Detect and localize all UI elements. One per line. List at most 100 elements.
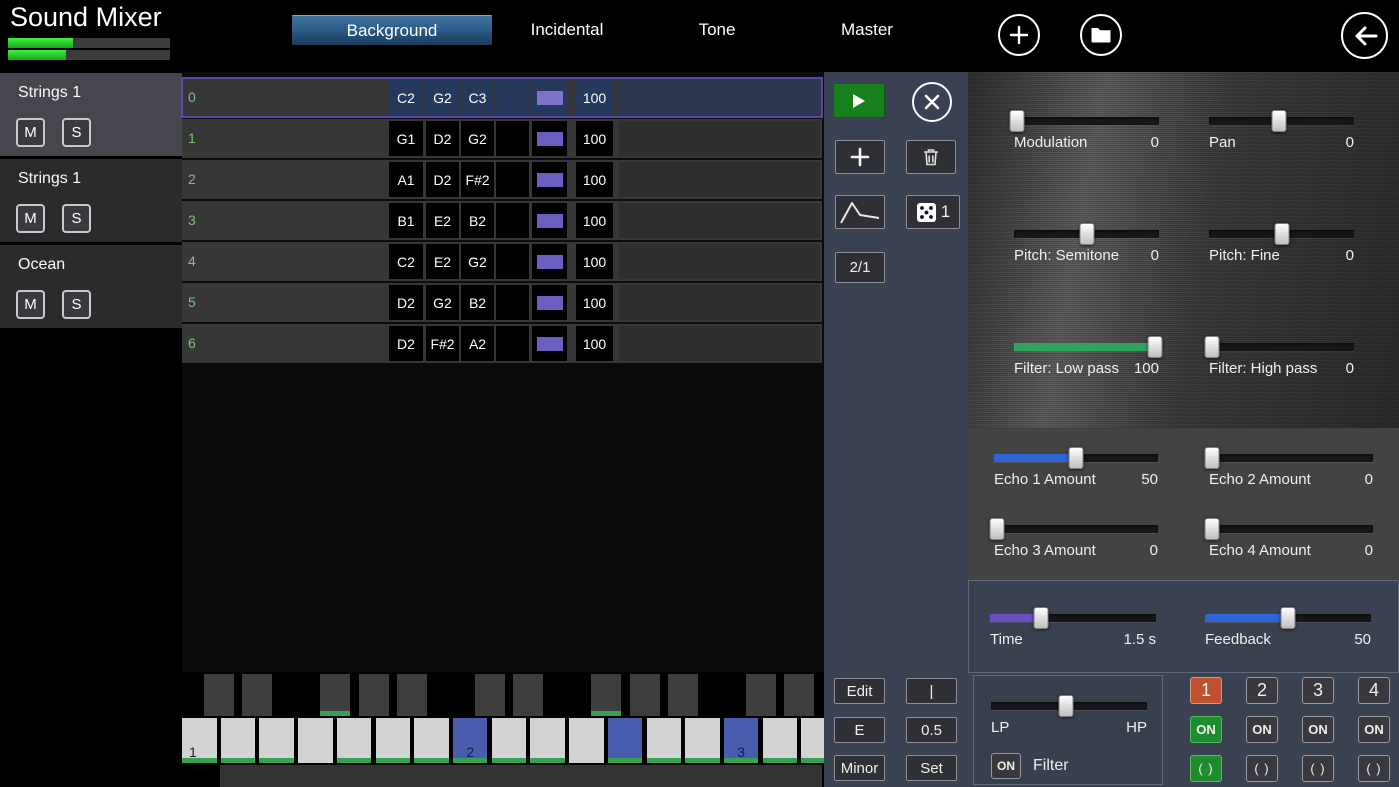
slider-thumb[interactable] bbox=[1009, 110, 1024, 132]
slider-track[interactable] bbox=[994, 525, 1158, 533]
slider-thumb[interactable] bbox=[1079, 223, 1094, 245]
slider-track[interactable] bbox=[1209, 117, 1354, 125]
slider-track[interactable] bbox=[1209, 343, 1354, 351]
delete-row-button[interactable] bbox=[906, 140, 956, 174]
envelope-button[interactable] bbox=[835, 195, 885, 229]
white-key[interactable] bbox=[530, 718, 565, 763]
note-cell[interactable]: C3 bbox=[461, 80, 494, 115]
velocity-cell[interactable]: 100 bbox=[576, 203, 613, 238]
note-cell[interactable]: D2 bbox=[389, 285, 423, 320]
slider-thumb[interactable] bbox=[1205, 518, 1220, 540]
slider-echo-4-amount[interactable]: Echo 4 Amount0 bbox=[1209, 525, 1373, 559]
note-cell[interactable]: F#2 bbox=[461, 162, 494, 197]
mute-button[interactable]: M bbox=[16, 204, 45, 233]
echo-paren-button[interactable]: ( ) bbox=[1302, 755, 1334, 782]
slider-pitch-semitone[interactable]: Pitch: Semitone0 bbox=[1014, 230, 1159, 264]
slider-track[interactable] bbox=[994, 454, 1158, 462]
solo-button[interactable]: S bbox=[62, 118, 91, 147]
note-cell[interactable]: F#2 bbox=[426, 326, 459, 361]
slider-track[interactable] bbox=[1014, 230, 1159, 238]
scale-root-button[interactable]: E bbox=[834, 717, 885, 743]
velocity-cell[interactable]: 100 bbox=[576, 326, 613, 361]
white-key[interactable] bbox=[492, 718, 527, 763]
pattern-row[interactable]: 5D2G2B2100 bbox=[182, 283, 822, 322]
slider-feedback[interactable]: Feedback50 bbox=[1205, 614, 1371, 648]
slider-thumb[interactable] bbox=[1058, 695, 1073, 717]
keyboard-scrollbar[interactable] bbox=[182, 765, 822, 787]
note-cell[interactable]: D2 bbox=[426, 121, 459, 156]
slider-thumb[interactable] bbox=[1281, 607, 1296, 629]
slider-echo-3-amount[interactable]: Echo 3 Amount0 bbox=[994, 525, 1158, 559]
black-key[interactable] bbox=[242, 674, 272, 716]
slider-pitch-fine[interactable]: Pitch: Fine0 bbox=[1209, 230, 1354, 264]
slider-track[interactable] bbox=[1209, 525, 1373, 533]
play-button[interactable] bbox=[833, 83, 885, 118]
solo-button[interactable]: S bbox=[62, 290, 91, 319]
slider-echo-1-amount[interactable]: Echo 1 Amount50 bbox=[994, 454, 1158, 488]
clear-button[interactable] bbox=[912, 82, 952, 122]
separator-button[interactable]: | bbox=[906, 678, 957, 704]
randomize-button[interactable]: 1 bbox=[906, 195, 960, 229]
edit-button[interactable]: Edit bbox=[834, 678, 885, 704]
slider-filter-low-pass[interactable]: Filter: Low pass100 bbox=[1014, 343, 1159, 377]
slider-pan[interactable]: Pan0 bbox=[1209, 117, 1354, 151]
white-key[interactable] bbox=[608, 718, 643, 763]
set-button[interactable]: Set bbox=[906, 755, 957, 781]
velocity-cell[interactable]: 100 bbox=[576, 285, 613, 320]
track-item[interactable]: Strings 1MS bbox=[0, 73, 182, 156]
color-swatch-cell[interactable] bbox=[532, 326, 567, 361]
add-row-button[interactable] bbox=[835, 140, 885, 174]
color-swatch-cell[interactable] bbox=[532, 285, 567, 320]
black-key[interactable] bbox=[513, 674, 543, 716]
step-button[interactable]: 0.5 bbox=[906, 717, 957, 743]
black-key[interactable] bbox=[475, 674, 505, 716]
white-key[interactable] bbox=[685, 718, 720, 763]
white-key[interactable] bbox=[259, 718, 294, 763]
pattern-row[interactable]: 4C2E2G2100 bbox=[182, 242, 822, 281]
black-key[interactable] bbox=[668, 674, 698, 716]
empty-cell[interactable] bbox=[496, 121, 529, 156]
echo-paren-button[interactable]: ( ) bbox=[1190, 755, 1222, 782]
white-key[interactable]: 2 bbox=[453, 718, 488, 763]
note-cell[interactable]: G2 bbox=[426, 285, 459, 320]
slider-thumb[interactable] bbox=[990, 518, 1005, 540]
white-key[interactable] bbox=[221, 718, 256, 763]
echo-paren-button[interactable]: ( ) bbox=[1246, 755, 1278, 782]
note-cell[interactable]: A2 bbox=[461, 326, 494, 361]
tab-incidental[interactable]: Incidental bbox=[492, 20, 642, 40]
filter-on-button[interactable]: ON bbox=[991, 753, 1021, 779]
slider-thumb[interactable] bbox=[1069, 447, 1084, 469]
empty-cell[interactable] bbox=[496, 244, 529, 279]
note-cell[interactable]: G2 bbox=[461, 121, 494, 156]
note-cell[interactable]: E2 bbox=[426, 203, 459, 238]
note-cell[interactable]: B2 bbox=[461, 203, 494, 238]
note-cell[interactable]: G2 bbox=[426, 80, 459, 115]
slider-thumb[interactable] bbox=[1271, 110, 1286, 132]
note-cell[interactable]: B2 bbox=[461, 285, 494, 320]
white-key[interactable] bbox=[763, 718, 798, 763]
color-swatch-cell[interactable] bbox=[532, 121, 567, 156]
slider-track[interactable] bbox=[1209, 230, 1354, 238]
white-key[interactable] bbox=[376, 718, 411, 763]
slider-time[interactable]: Time1.5 s bbox=[990, 614, 1156, 648]
slider-track[interactable] bbox=[990, 614, 1156, 622]
echo-on-button[interactable]: ON bbox=[1246, 716, 1278, 743]
white-key[interactable]: 3 bbox=[724, 718, 759, 763]
velocity-cell[interactable]: 100 bbox=[576, 80, 613, 115]
slider-thumb[interactable] bbox=[1205, 447, 1220, 469]
pattern-row[interactable]: 1G1D2G2100 bbox=[182, 119, 822, 158]
keyboard-scroll-thumb[interactable] bbox=[182, 765, 220, 787]
echo-on-button[interactable]: ON bbox=[1358, 716, 1390, 743]
mute-button[interactable]: M bbox=[16, 118, 45, 147]
velocity-cell[interactable]: 100 bbox=[576, 162, 613, 197]
slider-track[interactable] bbox=[1014, 343, 1159, 351]
white-key[interactable] bbox=[801, 718, 824, 763]
note-cell[interactable]: D2 bbox=[389, 326, 423, 361]
slider-track[interactable] bbox=[991, 702, 1147, 710]
echo-unit-4-button[interactable]: 4 bbox=[1358, 677, 1390, 704]
white-key[interactable] bbox=[414, 718, 449, 763]
note-cell[interactable]: A1 bbox=[389, 162, 423, 197]
pattern-row[interactable]: 3B1E2B2100 bbox=[182, 201, 822, 240]
color-swatch-cell[interactable] bbox=[532, 80, 567, 115]
slider-track[interactable] bbox=[1209, 454, 1373, 462]
